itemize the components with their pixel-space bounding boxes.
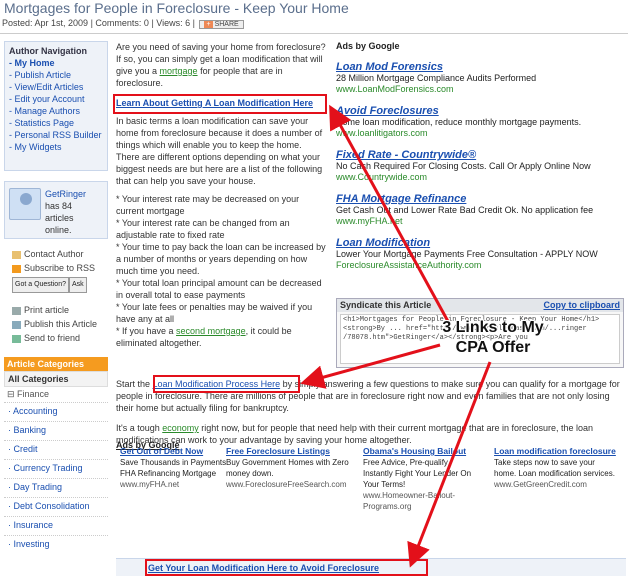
annotation-arrows	[300, 104, 492, 568]
annotation-callout: 3 Links to My CPA Offer	[418, 318, 568, 358]
callout-line-1: 3 Links to My	[442, 319, 544, 336]
arrow-to-link-3	[407, 361, 492, 568]
callout-line-2: CPA Offer	[455, 339, 531, 356]
arrow-to-link-1	[329, 104, 452, 326]
